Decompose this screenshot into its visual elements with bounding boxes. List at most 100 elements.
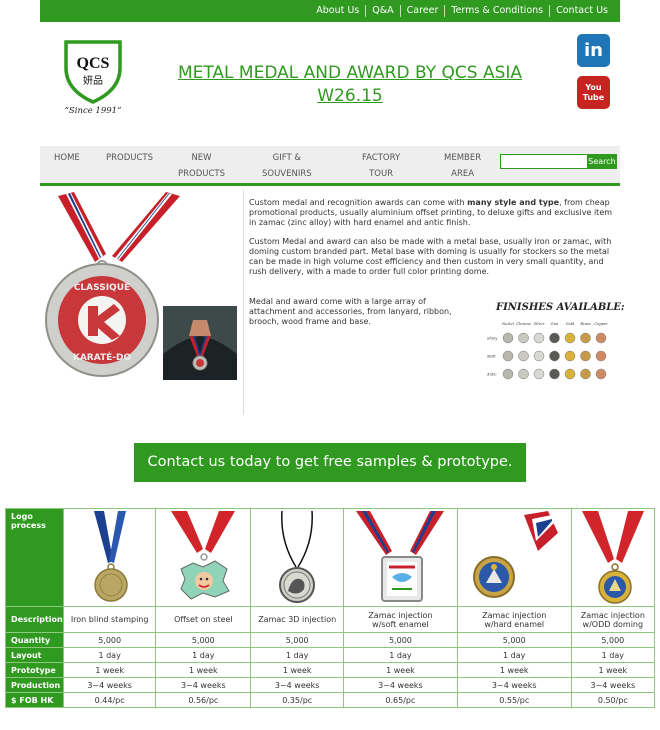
product-prototype: 1 week — [250, 662, 345, 678]
finish-row-label: Shiny — [487, 337, 498, 341]
description-line1: Zamac injection — [482, 610, 547, 620]
table-row-quantity: Quantity 5,000 5,000 5,000 5,000 5,000 5… — [5, 632, 656, 648]
nav-gift-souvenirs[interactable]: GIFT & SOUVENIRS — [262, 150, 312, 182]
product-production: 3~4 weeks — [62, 677, 157, 693]
product-production: 3~4 weeks — [456, 677, 572, 693]
intro-text-start: Custom medal and recognition awards can … — [249, 198, 468, 207]
finish-column-label: Silver — [534, 322, 545, 326]
finish-swatch — [549, 350, 560, 362]
accessories-paragraph: Medal and award come with a large array … — [249, 297, 452, 326]
product-layout: 1 day — [250, 647, 345, 663]
youtube-label-top: You — [585, 83, 602, 92]
finishes-title: FINISHES AVAILABLE: — [496, 302, 625, 313]
product-prototype: 1 week — [155, 662, 252, 678]
finish-swatch — [580, 350, 591, 362]
top-nav-about-us[interactable]: About Us — [310, 5, 365, 17]
product-prototype: 1 week — [570, 662, 656, 678]
search-button[interactable]: Search — [587, 154, 617, 169]
top-nav-qa[interactable]: Q&A — [365, 5, 399, 17]
nav-home[interactable]: HOME — [54, 150, 80, 166]
nav-gift-line2: SOUVENIRS — [262, 169, 312, 179]
top-nav-terms[interactable]: Terms & Conditions — [444, 5, 549, 17]
finish-column-label: Copper — [594, 322, 608, 326]
row-label-layout: Layout — [5, 647, 64, 663]
logo-chinese: 妍品 — [83, 74, 103, 87]
intro-text-bold: many style and type — [467, 198, 560, 207]
finish-swatch — [533, 368, 545, 380]
finish-column-label: Gun — [551, 322, 559, 326]
youtube-icon[interactable]: You Tube — [577, 76, 610, 109]
medal-image-icon — [171, 510, 236, 600]
product-production: 3~4 weeks — [343, 677, 458, 693]
finish-row-label: Antic — [486, 373, 497, 377]
finish-swatch — [518, 350, 529, 362]
product-prototype: 1 week — [62, 662, 157, 678]
page-title: METAL MEDAL AND AWARD BY QCS ASIA W26.15 — [160, 62, 540, 108]
finish-swatch — [580, 332, 591, 344]
product-image-soft-enamel — [343, 508, 458, 607]
finish-swatch — [518, 332, 529, 344]
product-quantity: 5,000 — [62, 632, 157, 648]
nav-factory-tour[interactable]: FACTORY TOUR — [362, 150, 400, 182]
nav-gift-line1: GIFT & — [272, 153, 302, 163]
product-quantity: 5,000 — [456, 632, 572, 648]
medal-image-icon — [93, 510, 128, 602]
product-image-offset-steel — [155, 508, 252, 607]
contact-cta-button[interactable]: Contact us today to get free samples & p… — [134, 443, 526, 482]
table-row-layout: Layout 1 day 1 day 1 day 1 day 1 day 1 d… — [5, 647, 656, 663]
nav-products[interactable]: PRODUCTS — [106, 150, 153, 166]
person-photo — [163, 306, 237, 380]
product-description: Offset on steel — [155, 606, 252, 633]
finishes-chart: Nickel Chrome Silver Gun Gold Brass Copper Shin… — [486, 322, 608, 380]
nav-products-label: PRODUCTS — [106, 153, 154, 163]
top-nav-career[interactable]: Career — [399, 5, 445, 17]
medal-image-icon — [279, 510, 316, 603]
medal-photos: CLASSIQUE KARATÉ-DO — [40, 190, 240, 390]
top-nav: About Us Q&A Career Terms & Conditions C… — [310, 5, 614, 17]
nav-new-products[interactable]: NEW PRODUCTS — [178, 150, 225, 182]
qcs-logo[interactable]: QCS 妍品 “Since 1991” — [60, 38, 126, 122]
top-bar: About Us Q&A Career Terms & Conditions C… — [40, 0, 620, 22]
product-price: 0.56/pc — [155, 692, 252, 708]
row-label-production: Production — [5, 677, 64, 693]
product-quantity: 5,000 — [570, 632, 656, 648]
nav-member-line2: AREA — [451, 169, 475, 179]
medal-text-top: CLASSIQUE — [74, 283, 130, 293]
product-image-iron-stamping — [62, 508, 157, 607]
youtube-label-bottom: Tube — [582, 93, 605, 102]
row-label-description: Description — [5, 606, 64, 633]
description-line1: Zamac injection — [368, 610, 433, 620]
product-table: Logo process Description Iron blind stam… — [5, 508, 656, 708]
product-quantity: 5,000 — [250, 632, 345, 648]
product-description: Zamac injection w/soft enamel — [343, 606, 458, 633]
finish-column-label: Nickel — [501, 322, 514, 326]
search-input[interactable] — [500, 154, 592, 169]
description-line1: Offset on steel — [174, 615, 233, 624]
description-line2: w/soft enamel — [372, 619, 429, 629]
linkedin-icon[interactable]: in — [577, 34, 610, 67]
finish-swatch — [533, 332, 545, 344]
row-label-logo-process: Logo process — [5, 508, 64, 607]
page-title-line2: W26.15 — [317, 86, 383, 106]
product-prototype: 1 week — [343, 662, 458, 678]
nav-member-line1: MEMBER — [444, 153, 482, 163]
logo-shield-icon: QCS 妍品 — [64, 40, 122, 104]
product-layout: 1 day — [570, 647, 656, 663]
finish-swatch — [595, 350, 607, 362]
finish-swatch — [502, 332, 514, 344]
finish-swatch — [549, 332, 560, 344]
product-price: 0.50/pc — [570, 692, 656, 708]
finish-swatch — [549, 368, 560, 380]
product-production: 3~4 weeks — [250, 677, 345, 693]
intro-paragraph: Custom medal and recognition awards can … — [249, 198, 619, 228]
product-layout: 1 day — [155, 647, 252, 663]
top-nav-contact-us[interactable]: Contact Us — [549, 5, 614, 17]
nav-member-area[interactable]: MEMBER AREA — [444, 150, 481, 182]
product-price: 0.35/pc — [250, 692, 345, 708]
table-row-description: Description Iron blind stamping Offset o… — [5, 606, 656, 633]
product-image-hard-enamel — [456, 508, 572, 607]
logo-since: “Since 1991” — [64, 106, 122, 116]
metal-base-paragraph: Custom Medal and award can also be made … — [249, 237, 612, 276]
table-row-price: $ FOB HK 0.44/pc 0.56/pc 0.35/pc 0.65/pc… — [5, 692, 656, 708]
content-divider — [243, 190, 244, 415]
